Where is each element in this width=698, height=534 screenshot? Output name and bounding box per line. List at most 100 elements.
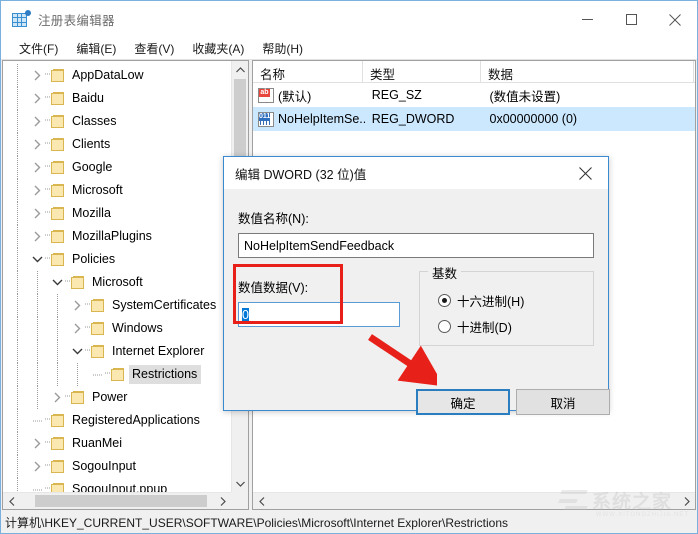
cancel-button[interactable]: 取消 bbox=[516, 389, 610, 415]
tree-item-label: Restrictions bbox=[129, 365, 202, 384]
dialog-body: 数值名称(N): NoHelpItemSendFeedback 数值数据(V):… bbox=[224, 189, 610, 415]
column-type[interactable]: 类型 bbox=[363, 61, 481, 83]
chevron-right-icon[interactable] bbox=[29, 455, 45, 478]
tree-guide-line bbox=[17, 156, 18, 179]
tree-guide-line bbox=[17, 294, 18, 317]
menu-help[interactable]: 帮助(H) bbox=[253, 38, 312, 60]
chevron-down-icon[interactable] bbox=[49, 271, 65, 294]
value-data-input[interactable]: 0 bbox=[238, 302, 400, 327]
tree-item-internet-explorer[interactable]: Internet Explorer bbox=[3, 340, 231, 363]
tree-scroll-left-button[interactable] bbox=[3, 493, 20, 509]
menu-edit[interactable]: 编辑(E) bbox=[67, 38, 125, 60]
tree-item-windows[interactable]: Windows bbox=[3, 317, 231, 340]
tree-guide-line bbox=[17, 386, 18, 409]
tree-item-label: RuanMei bbox=[72, 436, 123, 450]
tree-guide-line bbox=[37, 386, 38, 409]
tree-item-restrictions[interactable]: Restrictions bbox=[3, 363, 231, 386]
tree-guide-line bbox=[37, 340, 38, 363]
tree-hscroll-thumb[interactable] bbox=[35, 495, 207, 507]
tree-guide-line bbox=[57, 340, 58, 363]
tree-item-classes[interactable]: Classes bbox=[3, 110, 231, 133]
tree-guide-line bbox=[17, 409, 18, 432]
chevron-down-icon[interactable] bbox=[69, 340, 85, 363]
radio-hexadecimal[interactable]: 十六进制(H) bbox=[438, 291, 524, 310]
table-row[interactable]: 011 NoHelpItemSe... REG_DWORD 0x00000000… bbox=[253, 107, 695, 131]
chevron-right-icon[interactable] bbox=[29, 133, 45, 156]
chevron-right-icon[interactable] bbox=[29, 179, 45, 202]
tree-item-power[interactable]: Power bbox=[3, 386, 231, 409]
folder-icon bbox=[70, 275, 86, 290]
tree-item-label: Clients bbox=[72, 137, 111, 151]
chevron-right-icon[interactable] bbox=[29, 202, 45, 225]
value-name: (默认) bbox=[278, 89, 312, 104]
tree-item-microsoft[interactable]: Microsoft bbox=[3, 271, 231, 294]
tree-item-mozilla[interactable]: Mozilla bbox=[3, 202, 231, 225]
tree-item-appdatalow[interactable]: AppDataLow bbox=[3, 64, 231, 87]
tree-item-clients[interactable]: Clients bbox=[3, 133, 231, 156]
ok-button[interactable]: 确定 bbox=[416, 389, 510, 415]
tree-scroll-up-button[interactable] bbox=[232, 61, 248, 78]
tree-guide-line bbox=[37, 317, 38, 340]
chevron-right-icon[interactable] bbox=[29, 156, 45, 179]
value-name-input[interactable]: NoHelpItemSendFeedback bbox=[238, 233, 594, 258]
tree-item-label: Windows bbox=[112, 321, 163, 335]
tree-scroll-down-button[interactable] bbox=[232, 475, 248, 492]
tree-leaf-connector bbox=[29, 478, 45, 492]
tree-item-ruanmei[interactable]: RuanMei bbox=[3, 432, 231, 455]
window-controls bbox=[565, 1, 697, 38]
tree-guide-line bbox=[17, 478, 18, 492]
registry-tree: AppDataLow Baidu Classes Clients Google Micro… bbox=[3, 61, 231, 492]
tree-item-registeredapplications[interactable]: RegisteredApplications bbox=[3, 409, 231, 432]
tree-item-sogouinput-ppup[interactable]: SogouInput.ppup bbox=[3, 478, 231, 492]
close-button[interactable] bbox=[653, 1, 697, 38]
chevron-right-icon[interactable] bbox=[29, 110, 45, 133]
minimize-button[interactable] bbox=[565, 1, 609, 38]
folder-icon bbox=[50, 114, 66, 129]
menu-file[interactable]: 文件(F) bbox=[10, 38, 67, 60]
tree-item-baidu[interactable]: Baidu bbox=[3, 87, 231, 110]
tree-scroll-right-button[interactable] bbox=[214, 493, 231, 509]
chevron-down-icon[interactable] bbox=[29, 248, 45, 271]
list-scroll-right-button[interactable] bbox=[678, 493, 695, 509]
column-name[interactable]: 名称 bbox=[253, 61, 363, 83]
chevron-right-icon[interactable] bbox=[29, 432, 45, 455]
chevron-right-icon[interactable] bbox=[69, 317, 85, 340]
list-horizontal-scrollbar[interactable] bbox=[253, 492, 695, 509]
tree-item-systemcertificates[interactable]: SystemCertificates bbox=[3, 294, 231, 317]
tree-item-sogouinput[interactable]: SogouInput bbox=[3, 455, 231, 478]
dword-value-icon: 011 bbox=[258, 111, 274, 127]
menu-view[interactable]: 查看(V) bbox=[125, 38, 183, 60]
dialog-title: 编辑 DWORD (32 位)值 bbox=[235, 167, 367, 182]
tree-item-policies[interactable]: Policies bbox=[3, 248, 231, 271]
tree-item-label: RegisteredApplications bbox=[72, 413, 200, 427]
tree-horizontal-scrollbar[interactable] bbox=[3, 492, 231, 509]
tree-item-label: Policies bbox=[72, 252, 116, 266]
chevron-right-icon[interactable] bbox=[29, 87, 45, 110]
tree-item-mozillaplugins[interactable]: MozillaPlugins bbox=[3, 225, 231, 248]
tree-item-microsoft[interactable]: Microsoft bbox=[3, 179, 231, 202]
list-scroll-left-button[interactable] bbox=[253, 493, 270, 509]
menu-favorites[interactable]: 收藏夹(A) bbox=[183, 38, 253, 60]
radio-decimal[interactable]: 十进制(D) bbox=[438, 317, 512, 336]
tree-guide-line bbox=[37, 363, 38, 386]
table-row[interactable]: ab (默认) REG_SZ (数值未设置) bbox=[253, 83, 695, 107]
folder-icon bbox=[110, 367, 126, 382]
dialog-close-button[interactable] bbox=[563, 157, 608, 189]
tree-guide-line bbox=[17, 363, 18, 386]
chevron-right-icon[interactable] bbox=[69, 294, 85, 317]
chevron-right-icon[interactable] bbox=[49, 386, 65, 409]
radio-decimal-label: 十进制(D) bbox=[457, 321, 512, 335]
folder-icon bbox=[90, 298, 106, 313]
maximize-button[interactable] bbox=[609, 1, 653, 38]
tree-guide-line bbox=[77, 363, 78, 386]
chevron-right-icon[interactable] bbox=[29, 64, 45, 87]
chevron-right-icon[interactable] bbox=[29, 225, 45, 248]
tree-item-label: Microsoft bbox=[72, 183, 123, 197]
tree-item-label: AppDataLow bbox=[72, 68, 144, 82]
tree-guide-line bbox=[17, 179, 18, 202]
tree-item-google[interactable]: Google bbox=[3, 156, 231, 179]
tree-guide-line bbox=[17, 248, 18, 271]
column-data[interactable]: 数据 bbox=[481, 61, 694, 83]
tree-item-label: SystemCertificates bbox=[112, 298, 217, 312]
values-header-row: 名称 类型 数据 bbox=[253, 61, 695, 83]
